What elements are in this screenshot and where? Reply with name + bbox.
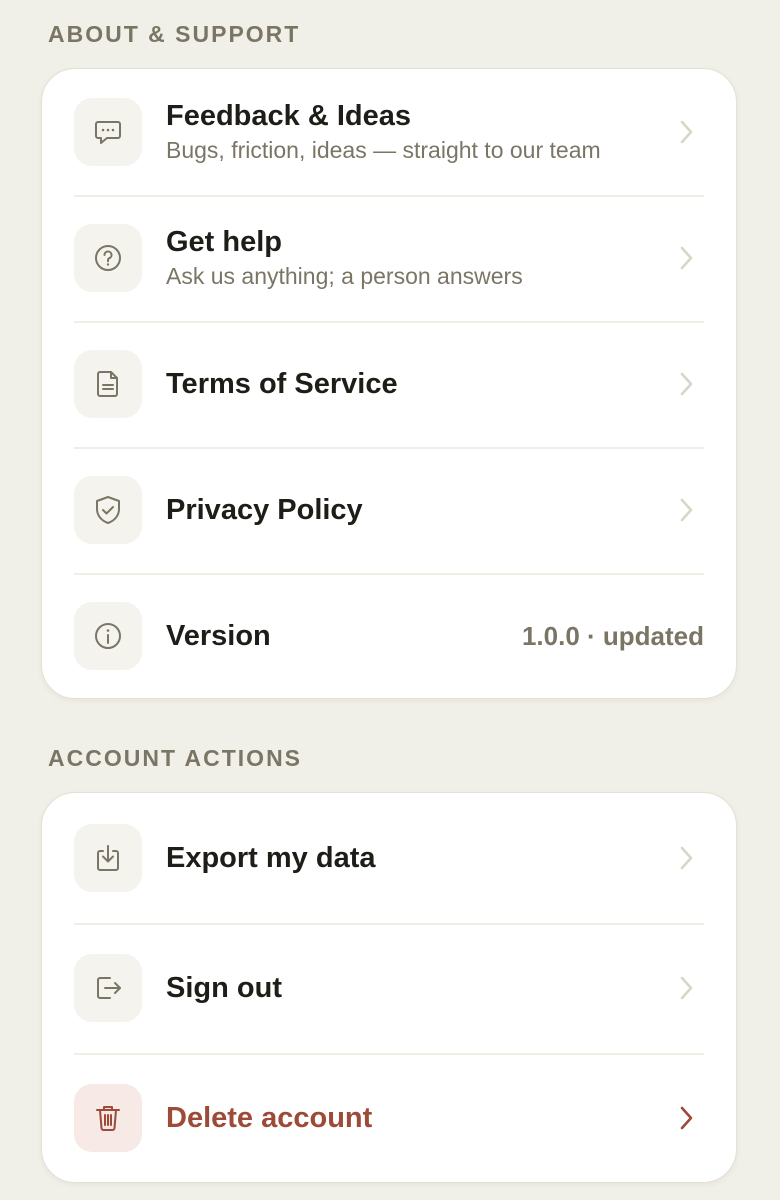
chevron-right-icon: [680, 498, 693, 522]
settings-page: ABOUT & SUPPORT Feedback & Ideas Bugs, f…: [0, 0, 780, 1200]
info-icon: [74, 602, 142, 670]
get-help-label: Get help: [166, 226, 283, 258]
help-circle-icon: [74, 224, 142, 292]
terms-of-service-row[interactable]: Terms of Service: [42, 321, 736, 447]
shield-check-icon: [74, 476, 142, 544]
privacy-policy-row[interactable]: Privacy Policy: [42, 447, 736, 573]
terms-of-service-label: Terms of Service: [166, 368, 398, 400]
version-value: 1.0.0 · updated: [521, 620, 704, 651]
section-title-about-support: ABOUT & SUPPORT: [48, 21, 301, 47]
document-icon: [74, 350, 142, 418]
chevron-right-icon: [680, 120, 693, 144]
chevron-right-icon: [680, 976, 693, 1000]
feedback-ideas-row[interactable]: Feedback & Ideas Bugs, friction, ideas —…: [42, 69, 736, 195]
sign-out-label: Sign out: [166, 972, 282, 1004]
about-support-card: Feedback & Ideas Bugs, friction, ideas —…: [41, 68, 737, 699]
export-my-data-row[interactable]: Export my data: [42, 793, 736, 923]
export-my-data-label: Export my data: [166, 842, 376, 874]
version-label: Version: [166, 620, 271, 652]
get-help-subtitle: Ask us anything; a person answers: [166, 263, 523, 289]
delete-account-row[interactable]: Delete account: [42, 1053, 736, 1182]
chevron-right-icon: [680, 372, 693, 396]
trash-icon: [74, 1084, 142, 1152]
delete-account-label: Delete account: [166, 1102, 373, 1134]
chevron-right-icon: [680, 1106, 693, 1130]
chat-bubble-icon: [74, 98, 142, 166]
feedback-ideas-subtitle: Bugs, friction, ideas — straight to our …: [166, 137, 601, 163]
get-help-row[interactable]: Get help Ask us anything; a person answe…: [42, 195, 736, 321]
chevron-right-icon: [680, 846, 693, 870]
section-title-account-actions: ACCOUNT ACTIONS: [48, 745, 303, 771]
version-row: Version 1.0.0 · updated: [42, 573, 736, 698]
feedback-ideas-label: Feedback & Ideas: [166, 100, 411, 132]
chevron-right-icon: [680, 246, 693, 270]
download-icon: [74, 824, 142, 892]
account-actions-card: Export my data Sign out Delete account: [41, 792, 737, 1183]
privacy-policy-label: Privacy Policy: [166, 494, 363, 526]
sign-out-icon: [74, 954, 142, 1022]
sign-out-row[interactable]: Sign out: [42, 923, 736, 1053]
